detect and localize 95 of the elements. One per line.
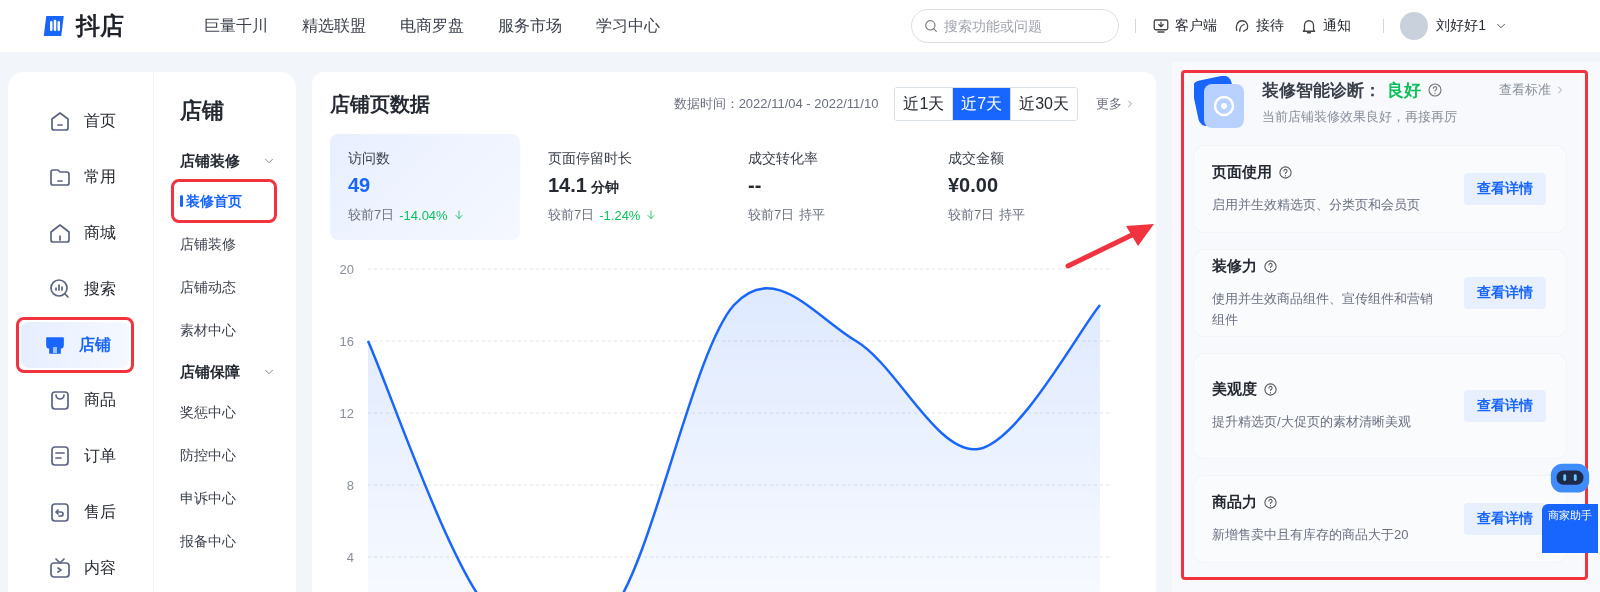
diagnosis-item-title: 美观度	[1212, 380, 1257, 399]
more-link[interactable]: 更多	[1096, 95, 1122, 113]
y-tick-label: 4	[346, 550, 354, 565]
arrow-down-icon	[452, 209, 465, 221]
sidebar-item[interactable]: 店铺	[21, 322, 129, 368]
sidebar-item[interactable]: 商品	[26, 377, 143, 423]
details-button[interactable]: 查看详情	[1464, 277, 1546, 309]
sidebar-item[interactable]: 售后	[26, 489, 143, 535]
nav-link[interactable]: 学习中心	[596, 15, 660, 37]
submenu-item[interactable]: 奖惩中心	[176, 395, 272, 429]
metric-unit: 分钟	[590, 179, 619, 195]
metric-card[interactable]: 成交金额 ¥0.00 较前7日 持平	[930, 134, 1120, 240]
metric-value: 49	[348, 174, 371, 196]
search-field[interactable]: 搜索功能或问题	[911, 9, 1120, 43]
metric-label: 页面停留时长	[548, 150, 633, 168]
nav-link[interactable]: 电商罗盘	[400, 15, 464, 37]
help-icon	[1278, 165, 1293, 180]
submenu-item[interactable]: 素材中心	[176, 313, 272, 347]
y-tick-label: 16	[339, 334, 354, 349]
metric-label: 成交金额	[948, 150, 1005, 168]
sidebar-item[interactable]: 订单	[26, 433, 143, 479]
avatar[interactable]	[1400, 12, 1429, 40]
header-link[interactable]: 客户端	[1175, 17, 1218, 35]
sidebar-item[interactable]: 常用	[26, 154, 143, 200]
header-link[interactable]: 通知	[1323, 17, 1352, 35]
diagnosis-item-title: 页面使用	[1212, 163, 1272, 182]
rating-text: 良好	[1387, 79, 1421, 102]
compare-label: 较前7日	[948, 206, 995, 224]
details-button[interactable]: 查看详情	[1464, 390, 1546, 422]
y-tick-label: 8	[346, 478, 354, 493]
change-value: -14.04%	[399, 207, 448, 223]
compare-label: 较前7日	[348, 206, 395, 224]
sidebar-item[interactable]: 首页	[26, 98, 143, 144]
metric-card[interactable]: 页面停留时长 14.1 分钟 较前7日 -1.24%	[530, 134, 720, 240]
metric-label: 访问数	[348, 150, 391, 168]
help-icon	[1263, 258, 1278, 274]
nav-link[interactable]: 巨量千川	[204, 15, 268, 37]
panel-title: 店铺页数据	[330, 91, 430, 117]
metric-card[interactable]: 成交转化率 -- 较前7日 持平	[730, 134, 920, 240]
arrow-down-icon	[645, 209, 658, 221]
chart-search-icon	[48, 277, 72, 301]
diagnosis-item-title: 装修力	[1212, 256, 1257, 276]
metric-value: --	[748, 174, 762, 196]
return-icon	[48, 500, 72, 524]
range-tab[interactable]: 近7天	[952, 88, 1011, 120]
range-tab[interactable]: 近30天	[1010, 88, 1077, 120]
submenu-item[interactable]: 申诉中心	[176, 481, 272, 515]
change-value: 持平	[999, 206, 1026, 224]
home-icon	[48, 109, 72, 133]
document-icon	[48, 444, 72, 468]
metric-card[interactable]: 访问数 49 较前7日 -14.04%	[330, 134, 520, 240]
change-value: 持平	[799, 206, 826, 224]
diagnosis-item-description: 启用并生效精选页、分类页和会员页	[1212, 196, 1421, 214]
nav-link[interactable]: 服务市场	[498, 15, 562, 37]
assistant-button[interactable]: 商家助手	[1542, 504, 1598, 553]
help-icon	[1427, 82, 1443, 98]
metric-value: ¥0.00	[948, 174, 999, 196]
submenu-title: 店铺	[180, 97, 225, 125]
submenu-item[interactable]: 店铺装修	[176, 227, 272, 261]
diagnosis-subtitle: 当前店铺装修效果良好，再接再厉	[1262, 108, 1458, 126]
submenu-group-header[interactable]: 店铺装修	[180, 148, 296, 174]
submenu-group-header[interactable]: 店铺保障	[180, 359, 296, 385]
nav-link[interactable]: 精选联盟	[302, 15, 366, 37]
sidebar-item[interactable]: 商城	[26, 210, 143, 256]
diagnosis-item-description: 提升精选页/大促页的素材清晰美观	[1212, 413, 1412, 431]
submenu-item[interactable]: 防控中心	[176, 438, 272, 472]
details-button[interactable]: 查看详情	[1464, 173, 1546, 205]
logo-text: 抖店	[76, 11, 124, 41]
details-button[interactable]: 查看详情	[1464, 503, 1546, 535]
search-icon	[923, 18, 940, 34]
sidebar-item[interactable]: 搜索	[26, 266, 143, 312]
date-range-text: 数据时间：2022/11/04 - 2022/11/10	[673, 95, 879, 113]
monitor-download-icon	[1152, 17, 1171, 35]
diagnosis-item-title: 商品力	[1212, 493, 1257, 512]
diagnosis-item-description: 使用并生效商品组件、宣传组件和营销组件	[1212, 289, 1434, 329]
sidebar-item[interactable]: 内容	[26, 545, 143, 591]
submenu-item[interactable]: 报备中心	[176, 524, 272, 558]
diagnosis-title: 装修智能诊断：	[1262, 79, 1381, 102]
bag-icon	[48, 388, 72, 412]
metric-value: 14.1	[548, 174, 587, 196]
help-icon	[1263, 495, 1278, 510]
compare-label: 较前7日	[548, 206, 595, 224]
header-link[interactable]: 接待	[1256, 17, 1285, 35]
diagnosis-item-description: 新增售卖中且有库存的商品大于20	[1212, 526, 1410, 544]
compare-label: 较前7日	[748, 206, 795, 224]
submenu-item[interactable]: 店铺动态	[176, 270, 272, 304]
tv-icon	[48, 556, 72, 580]
house-icon	[48, 221, 72, 245]
help-icon	[1263, 382, 1278, 397]
y-tick-label: 12	[339, 406, 354, 421]
submenu-item[interactable]: 装修首页	[176, 184, 272, 218]
y-tick-label: 20	[339, 262, 354, 277]
change-value: -1.24%	[599, 207, 641, 223]
metric-label: 成交转化率	[748, 150, 819, 168]
user-name[interactable]: 刘好好1	[1436, 17, 1486, 35]
